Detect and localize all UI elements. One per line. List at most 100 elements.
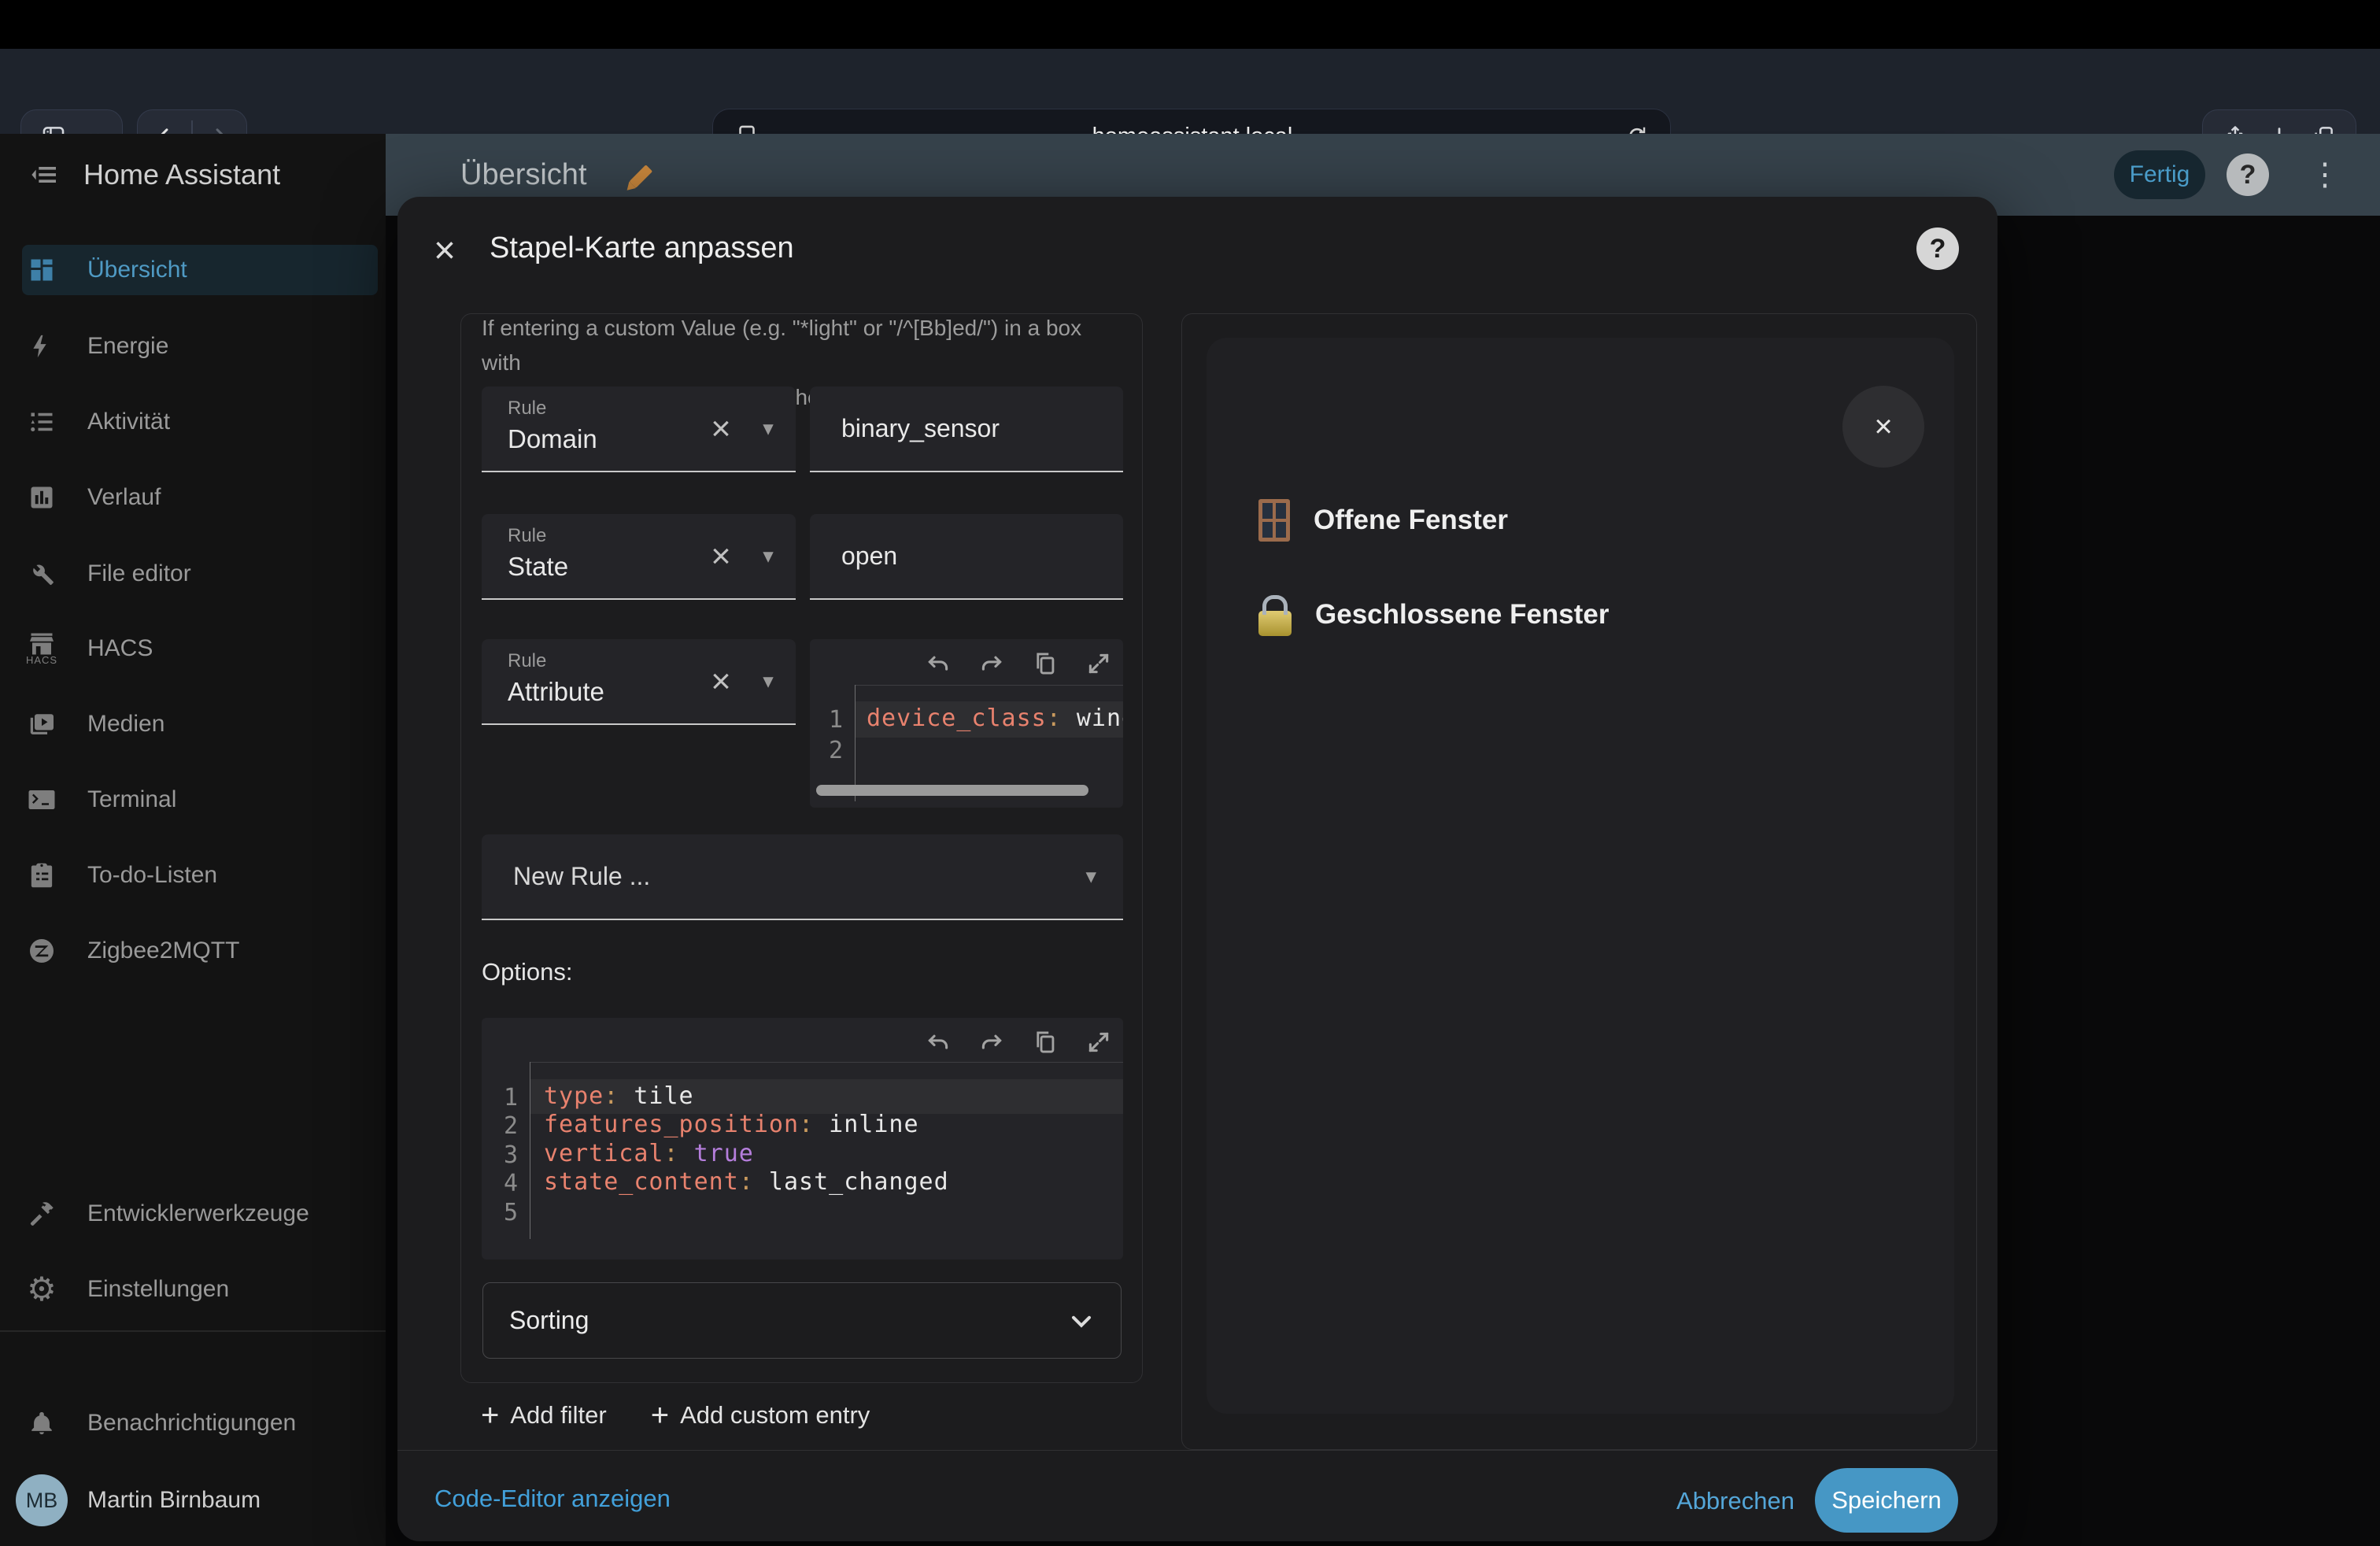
save-button[interactable]: Speichern — [1815, 1468, 1958, 1533]
caret-down-icon[interactable]: ▾ — [751, 514, 785, 598]
dialog-help-icon[interactable]: ? — [1916, 227, 1959, 270]
sidebar-item-verlauf[interactable]: Verlauf — [0, 472, 386, 523]
show-code-editor-link[interactable]: Code-Editor anzeigen — [434, 1485, 671, 1513]
sidebar-item-hacs[interactable]: HACS HACS — [0, 623, 386, 674]
app-title: Home Assistant — [83, 158, 280, 191]
done-button[interactable]: Fertig — [2114, 150, 2205, 199]
sidebar-item-label: Verlauf — [87, 484, 161, 511]
rule-select-state[interactable]: Rule State × ▾ — [482, 514, 796, 600]
new-rule-placeholder: New Rule ... — [513, 862, 650, 891]
terminal-icon — [24, 786, 59, 814]
store-icon: HACS — [24, 632, 59, 666]
clipboard-list-icon — [24, 861, 59, 890]
redo-icon[interactable] — [975, 647, 1008, 680]
yaml-key: state_content — [544, 1168, 739, 1196]
active-highlight — [22, 245, 378, 295]
rule-select-attribute[interactable]: Rule Attribute × ▾ — [482, 639, 796, 725]
add-actions-row: + Add filter + Add custom entry — [481, 1395, 870, 1436]
rule-value-text: binary_sensor — [841, 414, 1000, 443]
avatar[interactable]: MB — [16, 1474, 68, 1526]
yaml-separator: : — [1047, 705, 1062, 732]
sidebar-item-profile[interactable]: MB Martin Birnbaum — [0, 1473, 386, 1528]
filter-editor-pane: If entering a custom Value (e.g. "*light… — [460, 313, 1143, 1383]
sorting-expansion-panel[interactable]: Sorting — [482, 1282, 1122, 1359]
sidebar-item-label: Energie — [87, 333, 168, 360]
sidebar: Übersicht Energie Aktivität — [0, 216, 386, 1546]
cancel-button[interactable]: Abbrechen — [1657, 1480, 1814, 1522]
new-rule-select[interactable]: New Rule ... ▾ — [482, 834, 1123, 920]
yaml-value: inline — [814, 1111, 918, 1138]
horizontal-scrollbar[interactable] — [816, 785, 1088, 796]
sidebar-item-einstellungen[interactable]: ⚙ Einstellungen — [0, 1264, 386, 1315]
copy-icon[interactable] — [1029, 647, 1062, 680]
add-custom-entry-button[interactable]: + Add custom entry — [651, 1398, 870, 1433]
caret-down-icon[interactable]: ▾ — [751, 639, 785, 723]
sorting-label: Sorting — [509, 1306, 589, 1335]
rule-select-domain[interactable]: Rule Domain × ▾ — [482, 386, 796, 472]
copy-icon[interactable] — [1029, 1026, 1062, 1059]
tile-geschlossene-fenster[interactable]: Geschlossene Fenster — [1258, 594, 1609, 636]
sidebar-item-energie[interactable]: Energie — [0, 321, 386, 372]
editor-border — [855, 685, 1123, 686]
sidebar-collapse-icon[interactable] — [28, 159, 60, 190]
preview-close-icon[interactable]: × — [1842, 386, 1924, 468]
rule-value: State — [508, 552, 568, 582]
attribute-yaml-editor[interactable]: 1 2 device_class: window — [810, 639, 1123, 808]
macos-menubar — [0, 0, 2380, 49]
editor-border — [530, 1062, 1123, 1063]
rule-value: Attribute — [508, 677, 604, 707]
store-icon-text: HACS — [26, 654, 57, 666]
sidebar-item-file-editor[interactable]: File editor — [0, 549, 386, 599]
wrench-icon — [24, 560, 59, 588]
yaml-key: vertical — [544, 1140, 664, 1167]
expand-icon[interactable] — [1082, 1026, 1115, 1059]
sidebar-item-todo[interactable]: To-do-Listen — [0, 850, 386, 901]
yaml-key: device_class — [867, 705, 1047, 732]
clear-icon[interactable]: × — [700, 386, 741, 471]
stack-card-preview: × Offene Fenster Geschlossene Fenster — [1207, 338, 1954, 1414]
redo-icon[interactable] — [975, 1026, 1008, 1059]
sidebar-item-benachrichtigungen[interactable]: Benachrichtigungen — [0, 1398, 386, 1448]
footer-divider — [397, 1450, 1998, 1451]
sidebar-item-uebersicht[interactable]: Übersicht — [0, 245, 386, 295]
tile-offene-fenster[interactable]: Offene Fenster — [1258, 499, 1508, 542]
caret-down-icon[interactable]: ▾ — [751, 386, 785, 471]
caret-down-icon[interactable]: ▾ — [1085, 864, 1096, 889]
dialog-title: Stapel-Karte anpassen — [490, 231, 794, 265]
yaml-separator: : — [664, 1140, 679, 1167]
options-label: Options: — [482, 958, 572, 986]
yaml-value: window — [1062, 705, 1123, 732]
clear-icon[interactable]: × — [700, 639, 741, 723]
lock-emoji-icon — [1258, 611, 1292, 636]
sidebar-item-label: Einstellungen — [87, 1276, 229, 1303]
tile-label: Geschlossene Fenster — [1315, 599, 1609, 631]
rule-value-state-input[interactable]: open — [810, 514, 1123, 600]
add-filter-button[interactable]: + Add filter — [481, 1398, 607, 1433]
sidebar-item-label: Zigbee2MQTT — [87, 938, 239, 964]
sidebar-item-entwicklerwerkzeuge[interactable]: Entwicklerwerkzeuge — [0, 1189, 386, 1239]
overflow-menu-icon[interactable]: ⋮ — [2309, 152, 2341, 198]
sidebar-item-medien[interactable]: Medien — [0, 699, 386, 749]
sidebar-item-label: Medien — [87, 711, 164, 738]
rule-value-domain-input[interactable]: binary_sensor — [810, 386, 1123, 472]
line-number: 3 — [504, 1141, 518, 1169]
undo-icon[interactable] — [922, 647, 955, 680]
dialog-close-icon[interactable]: × — [421, 227, 468, 274]
sidebar-item-label: To-do-Listen — [87, 862, 217, 889]
sidebar-item-terminal[interactable]: Terminal — [0, 775, 386, 825]
sidebar-item-zigbee2mqtt[interactable]: Zigbee2MQTT — [0, 926, 386, 976]
header-help-icon[interactable]: ? — [2227, 153, 2269, 196]
code-line-2: features_position: inline — [544, 1111, 919, 1138]
yaml-value: tile — [619, 1082, 693, 1110]
expand-icon[interactable] — [1082, 647, 1115, 680]
add-custom-entry-label: Add custom entry — [680, 1401, 870, 1429]
gear-icon: ⚙ — [24, 1273, 59, 1306]
line-number: 1 — [504, 1084, 518, 1111]
hint-line-1: If entering a custom Value (e.g. "*light… — [482, 313, 1119, 380]
rule-field-label: Rule — [508, 398, 546, 420]
edit-dashboard-icon[interactable] — [615, 149, 667, 200]
sidebar-item-aktivitaet[interactable]: Aktivität — [0, 397, 386, 447]
options-yaml-editor[interactable]: 1 2 3 4 5 type: tile features_position: … — [482, 1018, 1123, 1259]
undo-icon[interactable] — [922, 1026, 955, 1059]
clear-icon[interactable]: × — [700, 514, 741, 598]
